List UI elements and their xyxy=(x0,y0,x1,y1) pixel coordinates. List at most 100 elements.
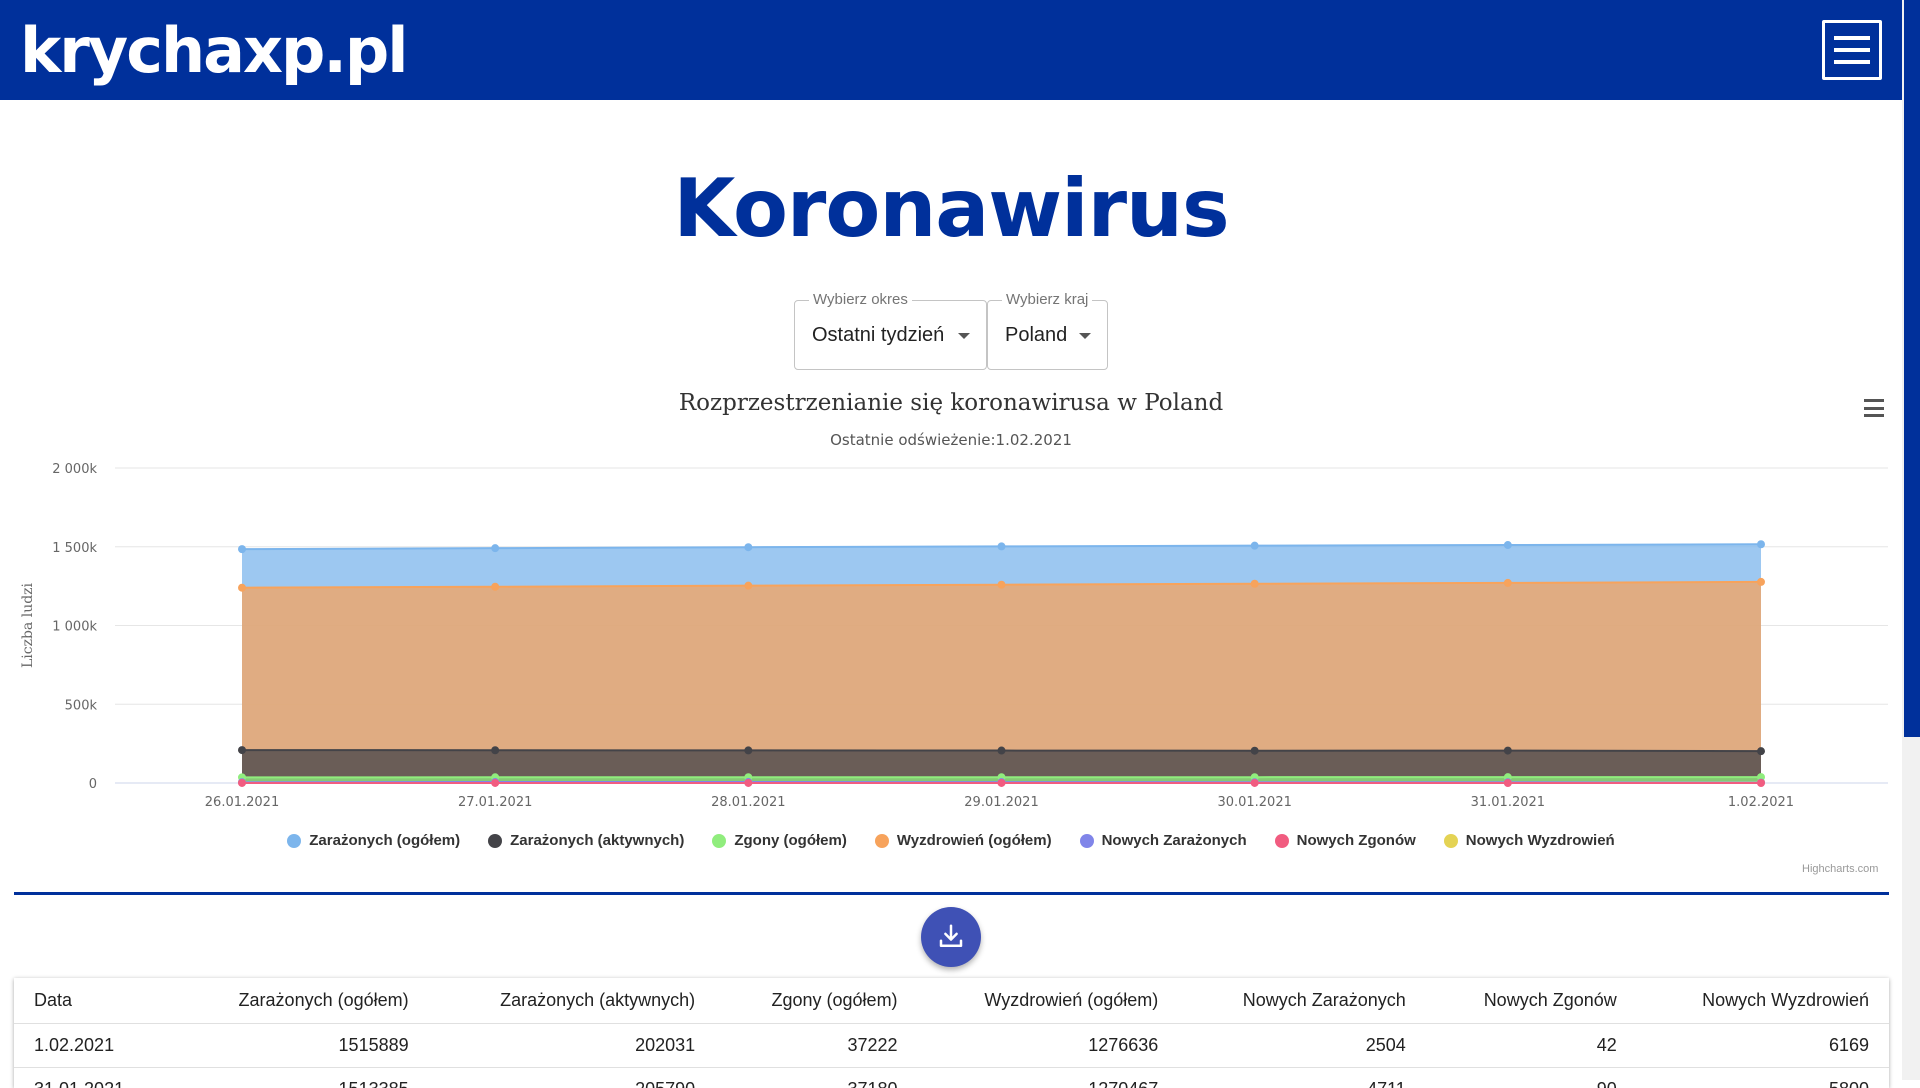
period-select[interactable]: Wybierz okres Ostatni tydzień xyxy=(794,300,987,370)
data-point xyxy=(491,544,499,552)
table-header-cell[interactable]: Wyzdrowień (ogółem) xyxy=(918,978,1179,1023)
period-select-value: Ostatni tydzień xyxy=(812,324,944,347)
table-row: 31.01.2021151338520579037180127046747119… xyxy=(14,1067,1889,1088)
table-cell: 31.01.2021 xyxy=(14,1067,173,1088)
table-header-cell[interactable]: Nowych Wyzdrowień xyxy=(1637,978,1889,1023)
table-header-cell[interactable]: Nowych Zarażonych xyxy=(1178,978,1426,1023)
table-cell: 2504 xyxy=(1178,1023,1426,1067)
table-cell: 1513385 xyxy=(173,1067,429,1088)
table-header-cell[interactable]: Nowych Zgonów xyxy=(1426,978,1637,1023)
legend-symbol xyxy=(1444,834,1458,848)
table-row: 1.02.20211515889202031372221276636250442… xyxy=(14,1023,1889,1067)
table-cell: 42 xyxy=(1426,1023,1637,1067)
legend-item[interactable]: Nowych Zgonów xyxy=(1275,832,1416,849)
data-point xyxy=(998,747,1006,755)
table-cell: 1515889 xyxy=(173,1023,429,1067)
data-point xyxy=(1251,779,1259,787)
data-point xyxy=(998,581,1006,589)
table-cell: 1276636 xyxy=(918,1023,1179,1067)
legend-item[interactable]: Zarażonych (ogółem) xyxy=(287,832,460,849)
table-header-cell[interactable]: Data xyxy=(14,978,173,1023)
area-chart: Rozprzestrzenianie się koronawirusa w Po… xyxy=(0,380,1902,880)
table-header-cell[interactable]: Zgony (ogółem) xyxy=(715,978,917,1023)
table-cell: 37222 xyxy=(715,1023,917,1067)
x-tick-label: 1.02.2021 xyxy=(1728,795,1794,810)
legend-item[interactable]: Wyzdrowień (ogółem) xyxy=(875,832,1052,849)
section-divider xyxy=(14,892,1889,895)
scrollbar-thumb[interactable] xyxy=(1904,0,1920,737)
table-header-row: DataZarażonych (ogółem)Zarażonych (aktyw… xyxy=(14,978,1889,1023)
x-tick-label: 30.01.2021 xyxy=(1217,795,1291,810)
table-header-cell[interactable]: Zarażonych (aktywnych) xyxy=(429,978,716,1023)
legend-item[interactable]: Zarażonych (aktywnych) xyxy=(488,832,684,849)
y-tick-label: 0 xyxy=(89,777,97,792)
chart-container: Rozprzestrzenianie się koronawirusa w Po… xyxy=(0,380,1902,880)
table-cell: 90 xyxy=(1426,1067,1637,1088)
hamburger-menu-button[interactable] xyxy=(1822,20,1882,80)
legend-symbol xyxy=(1275,834,1289,848)
country-select-value: Poland xyxy=(1005,324,1067,347)
chart-menu-icon xyxy=(1864,399,1884,402)
data-point xyxy=(744,543,752,551)
data-point xyxy=(1757,578,1765,586)
page-scrollbar[interactable] xyxy=(1902,0,1920,1080)
chart-credits[interactable]: Highcharts.com xyxy=(1802,863,1878,875)
legend-symbol xyxy=(287,834,301,848)
data-point xyxy=(491,779,499,787)
data-point xyxy=(491,583,499,591)
x-tick-label: 31.01.2021 xyxy=(1471,795,1545,810)
table-cell: 5800 xyxy=(1637,1067,1889,1088)
chart-subtitle: Ostatnie odświeżenie:1.02.2021 xyxy=(830,431,1072,449)
legend-label: Nowych Zgonów xyxy=(1297,832,1416,849)
download-button[interactable] xyxy=(921,907,981,967)
table-cell: 1.02.2021 xyxy=(14,1023,173,1067)
y-axis-label: Liczba ludzi xyxy=(20,582,36,668)
chart-legend: Zarażonych (ogółem) Zarażonych (aktywnych… xyxy=(0,832,1902,849)
data-point xyxy=(238,545,246,553)
table-cell: 202031 xyxy=(429,1023,716,1067)
data-point xyxy=(491,746,499,754)
data-point xyxy=(1504,579,1512,587)
legend-item[interactable]: Nowych Wyzdrowień xyxy=(1444,832,1615,849)
x-tick-label: 28.01.2021 xyxy=(711,795,785,810)
legend-item[interactable]: Zgony (ogółem) xyxy=(712,832,847,849)
x-tick-label: 29.01.2021 xyxy=(964,795,1038,810)
y-tick-label: 1 000k xyxy=(52,620,97,635)
data-point xyxy=(238,746,246,754)
data-point xyxy=(744,779,752,787)
country-select[interactable]: Wybierz kraj Poland xyxy=(987,300,1108,370)
legend-label: Zarażonych (aktywnych) xyxy=(510,832,684,849)
legend-symbol xyxy=(488,834,502,848)
page-title: Koronawirus xyxy=(0,162,1902,255)
y-tick-label: 2 000k xyxy=(52,462,97,477)
data-point xyxy=(1757,779,1765,787)
legend-item[interactable]: Nowych Zarażonych xyxy=(1080,832,1247,849)
y-tick-label: 1 500k xyxy=(52,541,97,556)
period-select-label: Wybierz okres xyxy=(809,291,912,308)
hamburger-menu-icon xyxy=(1834,36,1870,40)
data-point xyxy=(744,746,752,754)
legend-label: Nowych Zarażonych xyxy=(1102,832,1247,849)
data-point xyxy=(238,584,246,592)
data-point xyxy=(1251,747,1259,755)
data-point xyxy=(998,542,1006,550)
legend-label: Nowych Wyzdrowień xyxy=(1466,832,1615,849)
download-icon xyxy=(936,922,966,952)
data-table: DataZarażonych (ogółem)Zarażonych (aktyw… xyxy=(14,978,1889,1088)
data-point xyxy=(1251,580,1259,588)
table-cell: 1270467 xyxy=(918,1067,1179,1088)
x-tick-label: 26.01.2021 xyxy=(205,795,279,810)
chart-export-menu-button[interactable] xyxy=(1864,399,1884,417)
chart-title: Rozprzestrzenianie się koronawirusa w Po… xyxy=(679,390,1224,416)
table-header-cell[interactable]: Zarażonych (ogółem) xyxy=(173,978,429,1023)
legend-label: Wyzdrowień (ogółem) xyxy=(897,832,1052,849)
legend-symbol xyxy=(1080,834,1094,848)
site-logo[interactable]: krychaxp.pl xyxy=(20,14,407,87)
chevron-down-icon xyxy=(958,333,970,339)
data-point xyxy=(1757,747,1765,755)
legend-symbol xyxy=(712,834,726,848)
data-point xyxy=(1504,747,1512,755)
chevron-down-icon xyxy=(1079,333,1091,339)
data-point xyxy=(1504,541,1512,549)
site-header: krychaxp.pl xyxy=(0,0,1902,100)
